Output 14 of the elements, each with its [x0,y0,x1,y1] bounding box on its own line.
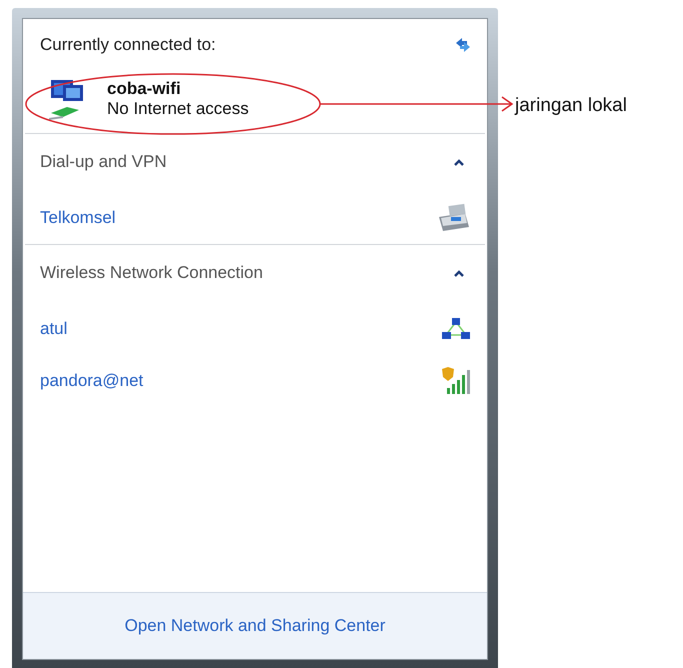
network-link[interactable]: atul [40,319,68,339]
chevron-icon[interactable] [453,158,465,166]
network-status: No Internet access [107,99,249,119]
network-nodes-icon [441,317,471,341]
network-link[interactable]: pandora@net [40,371,144,391]
section-title: Wireless Network Connection [40,263,263,283]
network-center-link[interactable]: Open Network and Sharing Center [124,616,386,636]
section-title: Dial-up and VPN [40,152,167,172]
network-link[interactable]: Telkomsel [40,208,116,228]
network-name: coba-wifi [107,79,182,99]
header-title: Currently connected to: [40,35,216,55]
annotation-label: jaringan lokal [515,95,627,117]
chevron-icon[interactable] [453,269,465,277]
signal-shield-icon [441,366,471,396]
